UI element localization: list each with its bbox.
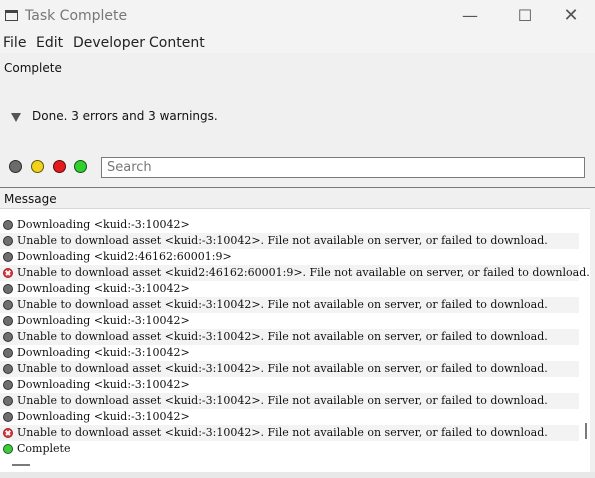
info-icon (3, 396, 13, 406)
list-item[interactable]: Downloading <kuid:-3:10042> (0, 313, 579, 329)
message-text: Downloading <kuid:-3:10042> (17, 218, 190, 231)
list-item[interactable]: Downloading <kuid:-3:10042> (0, 345, 579, 361)
message-text: Unable to download asset <kuid:-3:10042>… (17, 330, 548, 343)
list-item[interactable]: Unable to download asset <kuid:-3:10042>… (0, 297, 579, 313)
message-text: Unable to download asset <kuid2:46162:60… (17, 266, 590, 279)
horizontal-scrollbar[interactable] (12, 464, 30, 466)
info-icon (3, 332, 13, 342)
menu-content[interactable]: Content (149, 35, 205, 51)
info-icon (3, 220, 13, 230)
list-item[interactable]: Downloading <kuid2:46162:60001:9> (0, 249, 579, 265)
status-strip (0, 472, 595, 478)
filter-red-button[interactable] (53, 160, 66, 173)
summary-text: Done. 3 errors and 3 warnings. (32, 109, 218, 123)
list-item[interactable]: Unable to download asset <kuid:-3:10042>… (0, 233, 579, 249)
message-text: Downloading <kuid:-3:10042> (17, 410, 190, 423)
info-icon (3, 316, 13, 326)
maximize-button[interactable]: ☐ (505, 4, 545, 28)
message-column-header[interactable]: Message (4, 192, 57, 206)
status-label: Complete (4, 61, 62, 75)
list-item[interactable]: Downloading <kuid:-3:10042> (0, 377, 579, 393)
info-icon (3, 348, 13, 358)
info-icon (3, 252, 13, 262)
list-item[interactable]: Downloading <kuid:-3:10042> (0, 281, 579, 297)
search-input[interactable] (101, 157, 585, 178)
menu-developer[interactable]: Developer (73, 35, 145, 51)
list-item[interactable]: Downloading <kuid:-3:10042> (0, 409, 579, 425)
message-text: Downloading <kuid:-3:10042> (17, 378, 190, 391)
list-item[interactable]: Complete (0, 441, 579, 457)
filter-green-button[interactable] (74, 160, 87, 173)
app-window-icon (5, 10, 18, 21)
divider (0, 187, 595, 188)
message-text: Downloading <kuid:-3:10042> (17, 314, 190, 327)
message-text: Downloading <kuid2:46162:60001:9> (17, 250, 232, 263)
message-text: Unable to download asset <kuid:-3:10042>… (17, 298, 548, 311)
list-item[interactable]: Unable to download asset <kuid:-3:10042>… (0, 393, 579, 409)
error-icon (3, 428, 13, 438)
list-item[interactable]: Unable to download asset <kuid:-3:10042>… (0, 425, 579, 441)
menu-edit[interactable]: Edit (36, 35, 63, 51)
info-icon (3, 284, 13, 294)
close-button[interactable]: ✕ (551, 4, 591, 28)
filter-yellow-button[interactable] (31, 160, 44, 173)
minimize-button[interactable]: — (450, 4, 490, 28)
menu-bar: File Edit Developer Content (0, 33, 595, 53)
info-icon (3, 300, 13, 310)
list-item[interactable]: Unable to download asset <kuid2:46162:60… (0, 265, 590, 281)
info-icon (3, 380, 13, 390)
info-icon (3, 412, 13, 422)
info-icon (3, 236, 13, 246)
message-text: Downloading <kuid:-3:10042> (17, 282, 190, 295)
menu-file[interactable]: File (3, 35, 26, 51)
error-icon (3, 268, 13, 278)
message-text: Unable to download asset <kuid:-3:10042>… (17, 362, 548, 375)
list-item[interactable]: Unable to download asset <kuid:-3:10042>… (0, 329, 579, 345)
message-text: Downloading <kuid:-3:10042> (17, 346, 190, 359)
message-text: Unable to download asset <kuid:-3:10042>… (17, 426, 548, 439)
window-title: Task Complete (25, 8, 128, 24)
vertical-scrollbar[interactable] (585, 423, 587, 439)
message-text: Unable to download asset <kuid:-3:10042>… (17, 394, 548, 407)
message-text: Complete (17, 442, 71, 455)
filter-grey-button[interactable] (9, 160, 22, 173)
collapse-triangle-icon[interactable] (11, 113, 21, 122)
info-icon (3, 364, 13, 374)
complete-icon (3, 444, 13, 454)
list-item[interactable]: Unable to download asset <kuid:-3:10042>… (0, 361, 579, 377)
title-bar: Task Complete — ☐ ✕ (0, 0, 595, 33)
message-text: Unable to download asset <kuid:-3:10042>… (17, 234, 548, 247)
message-list[interactable]: Downloading <kuid:-3:10042> Unable to dow… (0, 208, 590, 473)
list-item[interactable]: Downloading <kuid:-3:10042> (0, 217, 579, 233)
